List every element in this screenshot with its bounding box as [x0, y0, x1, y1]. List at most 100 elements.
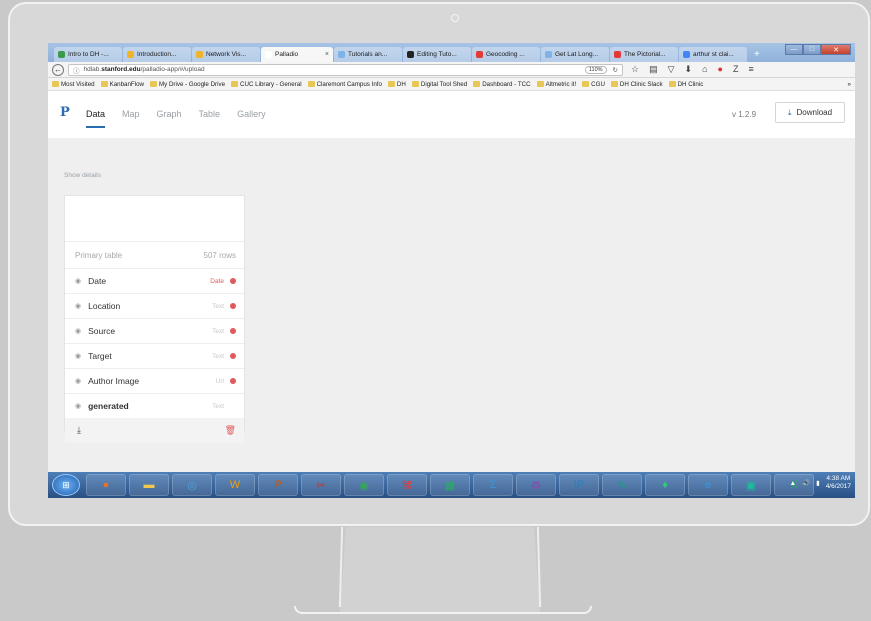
browser-tab[interactable]: Palladio × [261, 47, 333, 62]
new-tab-button[interactable]: + [748, 47, 766, 62]
browser-tab[interactable]: Introduction... [123, 47, 191, 62]
monitor-stand [340, 527, 540, 613]
browser-tab-bar: Intro to DH -... Introduction... Network V… [48, 43, 855, 62]
clipboard-icon[interactable]: ▤ [649, 64, 658, 75]
browser-tab[interactable]: The Pictorial... [610, 47, 678, 62]
maximize-button[interactable]: □ [803, 44, 821, 55]
field-row[interactable]: ◉ Target Text [65, 343, 244, 368]
field-row[interactable]: ◉ Source Text [65, 318, 244, 343]
bookmark-item[interactable]: Most Visited [52, 81, 95, 88]
bookmark-item[interactable]: DH [387, 81, 406, 88]
card-footer: ⤓ 🗑 [65, 418, 244, 443]
nav-tab-data[interactable]: Data [86, 109, 106, 128]
taskbar-ipv-icon[interactable]: IP [559, 474, 599, 496]
bookmark-item[interactable]: CGU [582, 81, 605, 88]
taskbar-excel-chart-icon[interactable]: ▦ [430, 474, 470, 496]
download-button[interactable]: ⤓ Download [775, 102, 845, 123]
address-field[interactable]: ⓘ hdlab. stanford.edu/palladio-app/#/uplo… [68, 63, 623, 76]
url-host: stanford.edu [101, 66, 141, 73]
bookmark-item[interactable]: KanbanFlow [100, 81, 144, 88]
browser-tab[interactable]: Geocoding ... [472, 47, 540, 62]
browser-tab[interactable]: Get Lat Long... [541, 47, 609, 62]
back-button[interactable]: ← [52, 63, 64, 76]
bookmark-label: My Drive - Google Drive [159, 80, 226, 88]
browser-tab[interactable]: Tutorials an... [334, 47, 402, 62]
taskbar-word-icon[interactable]: W [215, 474, 255, 496]
bookmark-label: CUC Library - General [240, 80, 302, 88]
taskbar-ppt-icon[interactable]: P [258, 474, 298, 496]
nav-tab-gallery[interactable]: Gallery [237, 109, 266, 125]
bookmark-item[interactable]: My Drive - Google Drive [150, 81, 225, 88]
clock-date: 4/6/2017 [825, 483, 851, 490]
taskbar-explorer-icon[interactable]: ▬ [129, 474, 169, 496]
pocket-icon[interactable]: ▽ [668, 64, 675, 75]
taskbar-sigma-icon[interactable]: Σ [473, 474, 513, 496]
eye-icon[interactable]: ◉ [75, 402, 81, 410]
taskbar-evernote-icon[interactable]: ♦ [645, 474, 685, 496]
eye-icon[interactable]: ◉ [75, 277, 81, 285]
taskbar-paint-icon[interactable]: ✎ [602, 474, 642, 496]
taskbar-cube-icon[interactable]: ▣ [731, 474, 771, 496]
menu-icon[interactable]: ≡ [748, 64, 753, 75]
bookmark-star-icon[interactable]: ☆ [631, 64, 639, 75]
show-details-link[interactable]: Show details [64, 172, 101, 179]
signal-icon[interactable]: ▮ [816, 479, 820, 487]
bookmarks-more-icon[interactable]: » [848, 81, 851, 88]
download-arrow-icon[interactable]: ⬇ [685, 64, 693, 75]
tab-close-icon[interactable]: × [325, 51, 329, 58]
nav-tab-table[interactable]: Table [199, 109, 221, 125]
home-icon[interactable]: ⌂ [702, 64, 707, 75]
minimize-button[interactable]: — [785, 44, 803, 55]
nav-tab-map[interactable]: Map [122, 109, 140, 125]
close-window-button[interactable]: ✕ [821, 44, 851, 55]
field-row[interactable]: ◉ Author Image Url [65, 368, 244, 393]
table-title: Primary table [75, 250, 123, 260]
browser-tab[interactable]: Intro to DH -... [54, 47, 122, 62]
taskbar-outlook-icon[interactable]: ◎ [172, 474, 212, 496]
taskbar-network-icon[interactable]: ⚙ [516, 474, 556, 496]
download-table-icon[interactable]: ⤓ [77, 425, 81, 436]
field-row[interactable]: ◉ Location Text [65, 293, 244, 318]
eye-icon[interactable]: ◉ [75, 377, 81, 385]
eye-icon[interactable]: ◉ [75, 352, 81, 360]
tab-favicon-icon [407, 51, 414, 58]
browser-tab[interactable]: Editing Tuto... [403, 47, 471, 62]
rows-count: 507 rows [203, 250, 236, 260]
error-indicator-icon [230, 378, 236, 384]
nav-tab-graph[interactable]: Graph [157, 109, 182, 125]
tab-favicon-icon [58, 51, 65, 58]
taskbar-acrobat-icon[interactable]: ⌘ [387, 474, 427, 496]
window-controls: — □ ✕ [785, 44, 851, 55]
trash-icon[interactable]: 🗑 [225, 425, 236, 436]
bookmark-item[interactable]: DH Clinic Slack [610, 81, 663, 88]
field-row[interactable]: ◉ generated Text [65, 393, 244, 418]
zoom-indicator[interactable]: 110% [584, 65, 607, 74]
bookmark-item[interactable]: CUC Library - General [231, 81, 302, 88]
taskbar-firefox-icon[interactable]: ● [86, 474, 126, 496]
bookmark-item[interactable]: Claremont Campus Info [307, 81, 382, 88]
zotero-icon[interactable]: Z [733, 64, 739, 75]
start-button[interactable]: ⊞ [52, 474, 80, 496]
eye-icon[interactable]: ◉ [75, 327, 81, 335]
adblock-icon[interactable]: ● [718, 64, 723, 75]
palladio-logo[interactable]: P [60, 105, 70, 120]
bookmark-item[interactable]: DH Clinic [668, 81, 703, 88]
field-row[interactable]: ◉ Date Date [65, 268, 244, 293]
volume-icon[interactable]: 🔊 [802, 479, 810, 487]
field-name: generated [88, 401, 129, 411]
eye-icon[interactable]: ◉ [75, 302, 81, 310]
info-icon[interactable]: ⓘ [73, 65, 80, 75]
reload-icon[interactable]: ↻ [613, 66, 618, 74]
bookmark-item[interactable]: Dashboard - TCC [473, 81, 531, 88]
browser-tab[interactable]: arthur st clai... [679, 47, 747, 62]
taskbar-chrome-icon[interactable]: ◉ [344, 474, 384, 496]
bookmark-item[interactable]: Digital Tool Shed [411, 81, 467, 88]
clock[interactable]: 4:38 AM 4/6/2017 [826, 475, 851, 491]
app-nav: Data Map Graph Table Gallery [86, 109, 266, 128]
bookmark-item[interactable]: Altmetric it! [536, 81, 576, 88]
browser-tab[interactable]: Network Vis... [192, 47, 260, 62]
toolbar-icons: ☆ ▤ ▽ ⬇ ⌂ ● Z ≡ [631, 64, 754, 75]
tray-up-arrow-icon[interactable]: ▲ [790, 480, 796, 487]
taskbar-ie-icon[interactable]: e [688, 474, 728, 496]
taskbar-snip-icon[interactable]: ✂ [301, 474, 341, 496]
